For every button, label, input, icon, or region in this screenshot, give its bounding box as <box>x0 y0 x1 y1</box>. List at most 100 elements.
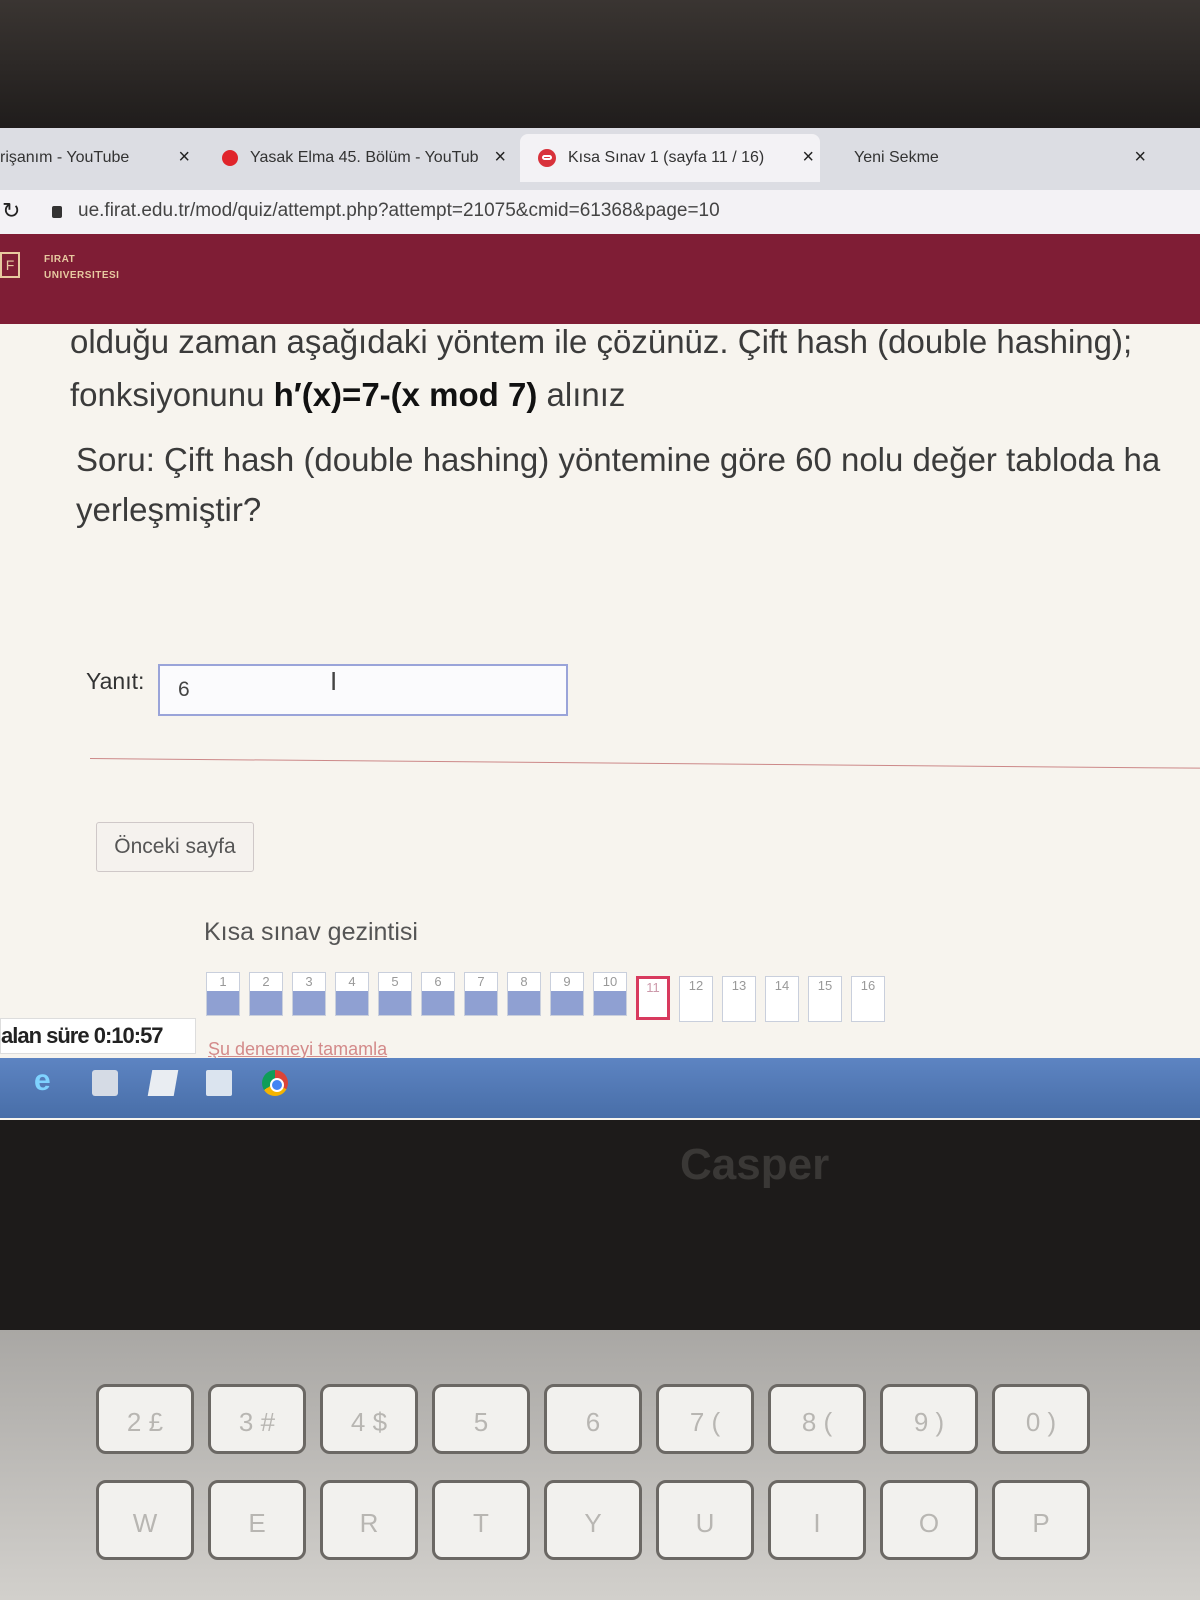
logo-line1: FIRAT <box>44 254 76 265</box>
answer-input[interactable] <box>158 664 568 716</box>
university-logo-icon[interactable]: F <box>0 252 20 278</box>
answered-indicator <box>207 991 239 1015</box>
quiz-nav-question-11[interactable]: 11 <box>636 976 670 1020</box>
answered-indicator <box>293 991 325 1015</box>
question-number: 14 <box>774 978 790 993</box>
tab-title: Kısa Sınav 1 (sayfa 11 / 16) <box>568 149 765 166</box>
question-number: 13 <box>731 978 747 993</box>
quiz-nav-question-6[interactable]: 6 <box>421 972 455 1016</box>
question-number: 15 <box>817 978 833 993</box>
quiz-nav-question-2[interactable]: 2 <box>249 972 283 1016</box>
question-text-line1: olduğu zaman aşağıdaki yöntem ile çözünü… <box>70 323 1133 360</box>
answer-label: Yanıt: <box>86 668 145 694</box>
keyboard-key: 6 <box>544 1384 642 1454</box>
question-number: 1 <box>219 974 227 989</box>
previous-page-button[interactable]: Önceki sayfa <box>96 822 254 872</box>
text-cursor-icon: I <box>330 666 338 696</box>
keyboard-key: U <box>656 1480 754 1560</box>
keyboard-key: 7 ( <box>656 1384 754 1454</box>
question-number: 8 <box>520 974 528 989</box>
mail-icon[interactable] <box>206 1070 232 1096</box>
logo-line2: UNIVERSITESI <box>44 270 120 281</box>
quiz-nav-question-8[interactable]: 8 <box>507 972 541 1016</box>
quiz-nav-question-16[interactable]: 16 <box>851 976 885 1022</box>
keyboard-key: 4 $ <box>320 1384 418 1454</box>
question-number: 6 <box>434 974 442 989</box>
question-prompt-line2: yerleşmiştir? <box>76 491 262 528</box>
question-number: 3 <box>305 974 313 989</box>
screen: rişanım - YouTube × Yasak Elma 45. Bölüm… <box>0 128 1200 1120</box>
quiz-nav-question-9[interactable]: 9 <box>550 972 584 1016</box>
quiz-nav-question-4[interactable]: 4 <box>335 972 369 1016</box>
question-number: 10 <box>602 974 618 989</box>
quiz-nav-question-15[interactable]: 15 <box>808 976 842 1022</box>
keyboard-key: 2 £ <box>96 1384 194 1454</box>
keyboard-key: E <box>208 1480 306 1560</box>
question-number: 5 <box>391 974 399 989</box>
answered-indicator <box>551 991 583 1015</box>
tab-title: Yasak Elma 45. Bölüm - YouTub <box>250 149 479 166</box>
quiz-nav-question-14[interactable]: 14 <box>765 976 799 1022</box>
quiz-nav-question-5[interactable]: 5 <box>378 972 412 1016</box>
store-icon[interactable] <box>147 1070 179 1096</box>
answered-indicator <box>336 991 368 1015</box>
tab-youtube-1[interactable]: rişanım - YouTube × <box>0 134 196 182</box>
edge-icon[interactable]: e <box>34 1064 60 1097</box>
hash-formula: h′(x)=7-(x mod 7) <box>273 376 538 413</box>
quiz-navigation-title: Kısa sınav gezintisi <box>204 918 418 946</box>
quiz-nav-question-1[interactable]: 1 <box>206 972 240 1016</box>
tab-youtube-2[interactable]: Yasak Elma 45. Bölüm - YouTub × <box>222 134 512 182</box>
file-explorer-icon[interactable] <box>92 1070 118 1096</box>
site-header: F FIRAT UNIVERSITESI <box>0 234 1200 324</box>
reload-icon[interactable]: ↻ <box>2 198 20 224</box>
keyboard-key: 3 # <box>208 1384 306 1454</box>
close-icon[interactable]: × <box>1134 146 1146 169</box>
quiz-nav-question-10[interactable]: 10 <box>593 972 627 1016</box>
answered-indicator <box>250 991 282 1015</box>
question-text: alınız <box>537 376 626 413</box>
keyboard-key: 8 ( <box>768 1384 866 1454</box>
time-remaining: alan süre 0:10:57 <box>0 1018 196 1054</box>
close-icon[interactable]: × <box>178 146 190 169</box>
question-number: 2 <box>262 974 270 989</box>
tab-title: Yeni Sekme <box>854 149 939 166</box>
tab-bar: rişanım - YouTube × Yasak Elma 45. Bölüm… <box>0 128 1200 190</box>
answered-indicator <box>465 991 497 1015</box>
laptop-brand-logo: Casper <box>680 1140 830 1189</box>
answered-indicator <box>594 991 626 1015</box>
question-text-line2: fonksiyonunu h′(x)=7-(x mod 7) alınız <box>70 376 625 414</box>
chrome-icon[interactable] <box>262 1070 288 1096</box>
taskbar: e <box>0 1058 1200 1118</box>
quiz-nav-question-7[interactable]: 7 <box>464 972 498 1016</box>
university-logo[interactable]: FIRAT UNIVERSITESI <box>44 252 119 284</box>
keyboard-key: Y <box>544 1480 642 1560</box>
keyboard-key: R <box>320 1480 418 1560</box>
question-number: 7 <box>477 974 485 989</box>
question-number: 16 <box>860 978 876 993</box>
quiz-icon <box>538 149 556 167</box>
keyboard-key: O <box>880 1480 978 1560</box>
question-number: 11 <box>646 980 660 995</box>
lock-icon <box>52 206 62 218</box>
quiz-nav-question-13[interactable]: 13 <box>722 976 756 1022</box>
keyboard-key: I <box>768 1480 866 1560</box>
answered-indicator <box>379 991 411 1015</box>
tab-title: rişanım - YouTube <box>0 149 130 166</box>
question-number: 9 <box>563 974 571 989</box>
address-bar: ↻ ue.firat.edu.tr/mod/quiz/attempt.php?a… <box>0 190 1200 234</box>
question-prompt-line1: Soru: Çift hash (double hashing) yöntemi… <box>76 441 1161 478</box>
close-icon[interactable]: × <box>494 146 506 169</box>
keyboard-key: 5 <box>432 1384 530 1454</box>
tab-quiz[interactable]: Kısa Sınav 1 (sayfa 11 / 16) × <box>520 134 820 182</box>
finish-attempt-link[interactable]: Şu denemeyi tamamla <box>208 1039 387 1060</box>
quiz-nav-question-3[interactable]: 3 <box>292 972 326 1016</box>
tab-new[interactable]: Yeni Sekme × <box>832 134 1152 182</box>
question-number: 12 <box>688 978 704 993</box>
answered-indicator <box>508 991 540 1015</box>
keyboard-key: T <box>432 1480 530 1560</box>
question-number: 4 <box>348 974 356 989</box>
url-field[interactable]: ue.firat.edu.tr/mod/quiz/attempt.php?att… <box>78 200 720 222</box>
keyboard: 2 £3 #4 $5 6 7 (8 (9 ) 0 ) W E R T Y U I O P <box>0 1330 1200 1600</box>
quiz-nav-question-12[interactable]: 12 <box>679 976 713 1022</box>
close-icon[interactable]: × <box>802 146 814 169</box>
